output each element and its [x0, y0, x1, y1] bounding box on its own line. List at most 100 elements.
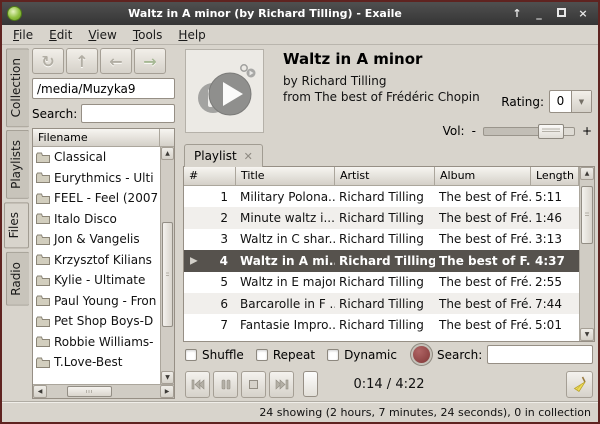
table-row[interactable]: ▶6 Barcarolle in F ... Richard Tilling T…: [184, 293, 579, 314]
window-buttons: ↑ _ ×: [502, 7, 598, 21]
file-list-vscrollbar[interactable]: ▲ ▼: [160, 147, 174, 384]
cell-length: 4:37: [531, 254, 579, 268]
column-header[interactable]: Length: [531, 167, 579, 186]
repeat-checkbox[interactable]: [256, 349, 268, 361]
playback-options: Shuffle Repeat Dynamic Search:: [183, 342, 595, 367]
cell-title: Minute waltz i...: [236, 211, 335, 225]
track-album: from The best of Frédéric Chopin: [283, 89, 480, 105]
table-row[interactable]: ▶4 Waltz in A mi... Richard Tilling The …: [184, 250, 579, 271]
column-header[interactable]: #: [184, 167, 236, 186]
playlist-vscrollbar[interactable]: ▲ ▼: [579, 167, 594, 341]
file-list-header-corner: [160, 129, 174, 147]
scroll-up-icon[interactable]: ▲: [580, 167, 594, 180]
shade-window-icon[interactable]: ↑: [510, 7, 524, 21]
titlebar[interactable]: Waltz in A minor (by Richard Tilling) - …: [2, 2, 598, 25]
folder-item[interactable]: Pet Shop Boys-D: [33, 311, 160, 332]
file-list-hscroll-thumb[interactable]: [67, 386, 112, 397]
sidebar-tab[interactable]: Playlists: [6, 130, 29, 199]
folder-icon: [36, 295, 50, 306]
file-list-vscroll-thumb[interactable]: [162, 222, 173, 327]
folder-icon: [36, 336, 50, 347]
path-input[interactable]: [32, 78, 175, 99]
file-list-hscrollbar[interactable]: ◀ ▶: [33, 384, 174, 398]
maximize-window-icon[interactable]: [554, 7, 568, 21]
volume-row: Vol: - +: [443, 124, 592, 138]
next-button[interactable]: [269, 371, 294, 398]
menu-item[interactable]: Edit: [42, 26, 79, 44]
stop-button[interactable]: [241, 371, 266, 398]
folder-item[interactable]: Krzysztof Kilians: [33, 250, 160, 271]
volume-handle[interactable]: [538, 124, 564, 139]
folder-item[interactable]: FEEL - Feel (2007: [33, 188, 160, 209]
menu-item[interactable]: Tools: [126, 26, 170, 44]
back-button[interactable]: ←: [100, 48, 132, 74]
column-header[interactable]: Title: [236, 167, 335, 186]
sidebar-tab[interactable]: Files: [4, 202, 29, 248]
scroll-right-icon[interactable]: ▶: [160, 385, 174, 398]
scroll-left-icon[interactable]: ◀: [33, 385, 47, 398]
refresh-button[interactable]: ↻: [32, 48, 64, 74]
close-tab-icon[interactable]: ✕: [244, 150, 253, 163]
thumb-grip: [542, 129, 560, 134]
sidebar-tab[interactable]: Radio: [6, 252, 29, 306]
table-row[interactable]: ▶2 Minute waltz i... Richard Tilling The…: [184, 207, 579, 228]
minimize-window-icon[interactable]: _: [532, 7, 546, 21]
cell-length: 3:13: [531, 232, 579, 246]
sidebar-tab[interactable]: Collection: [6, 48, 29, 127]
table-row[interactable]: ▶1 Military Polona... Richard Tilling Th…: [184, 186, 579, 207]
close-window-icon[interactable]: ×: [576, 7, 590, 21]
rating-selector[interactable]: 0 ▼: [549, 90, 592, 113]
folder-item[interactable]: Robbie Williams-: [33, 332, 160, 353]
folder-item[interactable]: Paul Young - Fron: [33, 291, 160, 312]
scroll-down-icon[interactable]: ▼: [580, 328, 594, 341]
record-status-icon[interactable]: [413, 346, 430, 363]
thumb-grip: [585, 213, 589, 218]
volume-slider[interactable]: [483, 127, 575, 136]
seek-slider-handle[interactable]: [303, 371, 318, 397]
table-row[interactable]: ▶7 Fantasie Impro... Richard Tilling The…: [184, 314, 579, 335]
cell-album: The best of F...: [435, 254, 531, 268]
folder-item[interactable]: Jon & Vangelis: [33, 229, 160, 250]
cell-title: Barcarolle in F ...: [236, 297, 335, 311]
filename-column-header[interactable]: Filename: [33, 129, 160, 147]
shuffle-checkbox[interactable]: [185, 349, 197, 361]
menu-item[interactable]: Help: [171, 26, 212, 44]
exaile-app-icon: [7, 6, 22, 21]
status-bar: 24 showing (2 hours, 7 minutes, 24 secon…: [2, 401, 598, 422]
exaile-window: Waltz in A minor (by Richard Tilling) - …: [0, 0, 600, 424]
volume-plus[interactable]: +: [582, 124, 592, 138]
shuffle-label: Shuffle: [202, 348, 244, 362]
folder-name: Jon & Vangelis: [54, 232, 140, 246]
scroll-up-icon[interactable]: ▲: [161, 147, 174, 160]
refresh-icon: ↻: [41, 52, 54, 71]
table-row[interactable]: ▶5 Waltz in E major Richard Tilling The …: [184, 272, 579, 293]
go-up-button[interactable]: ↑: [66, 48, 98, 74]
folder-name: Paul Young - Fron: [54, 294, 156, 308]
forward-button[interactable]: →: [134, 48, 166, 74]
column-header[interactable]: Artist: [335, 167, 435, 186]
folder-item[interactable]: T.Love-Best: [33, 352, 160, 373]
volume-minus[interactable]: -: [472, 124, 476, 138]
folder-item[interactable]: Eurythmics - Ulti: [33, 168, 160, 189]
folder-item[interactable]: Kylie - Ultimate: [33, 270, 160, 291]
column-header[interactable]: Album: [435, 167, 531, 186]
menu-item[interactable]: File: [6, 26, 40, 44]
folder-icon: [36, 213, 50, 224]
files-search-input[interactable]: [81, 104, 175, 123]
menu-item[interactable]: View: [81, 26, 123, 44]
playlist-search-input[interactable]: [487, 345, 593, 364]
folder-item[interactable]: Italo Disco: [33, 209, 160, 230]
rating-dropdown-button[interactable]: ▼: [571, 91, 591, 112]
table-row[interactable]: ▶3 Waltz in C shar... Richard Tilling Th…: [184, 229, 579, 250]
playlist-vscroll-thumb[interactable]: [581, 186, 593, 244]
playlist-search-row: Search:: [437, 345, 593, 364]
playlist-tab[interactable]: Playlist ✕: [184, 144, 263, 167]
scroll-down-icon[interactable]: ▼: [161, 371, 174, 384]
pause-button[interactable]: [213, 371, 238, 398]
previous-button[interactable]: [185, 371, 210, 398]
cell-album: The best of Fré...: [435, 297, 531, 311]
dynamic-checkbox[interactable]: [327, 349, 339, 361]
album-art[interactable]: [185, 49, 264, 133]
folder-item[interactable]: Classical: [33, 147, 160, 168]
clear-playlist-button[interactable]: [566, 371, 593, 398]
